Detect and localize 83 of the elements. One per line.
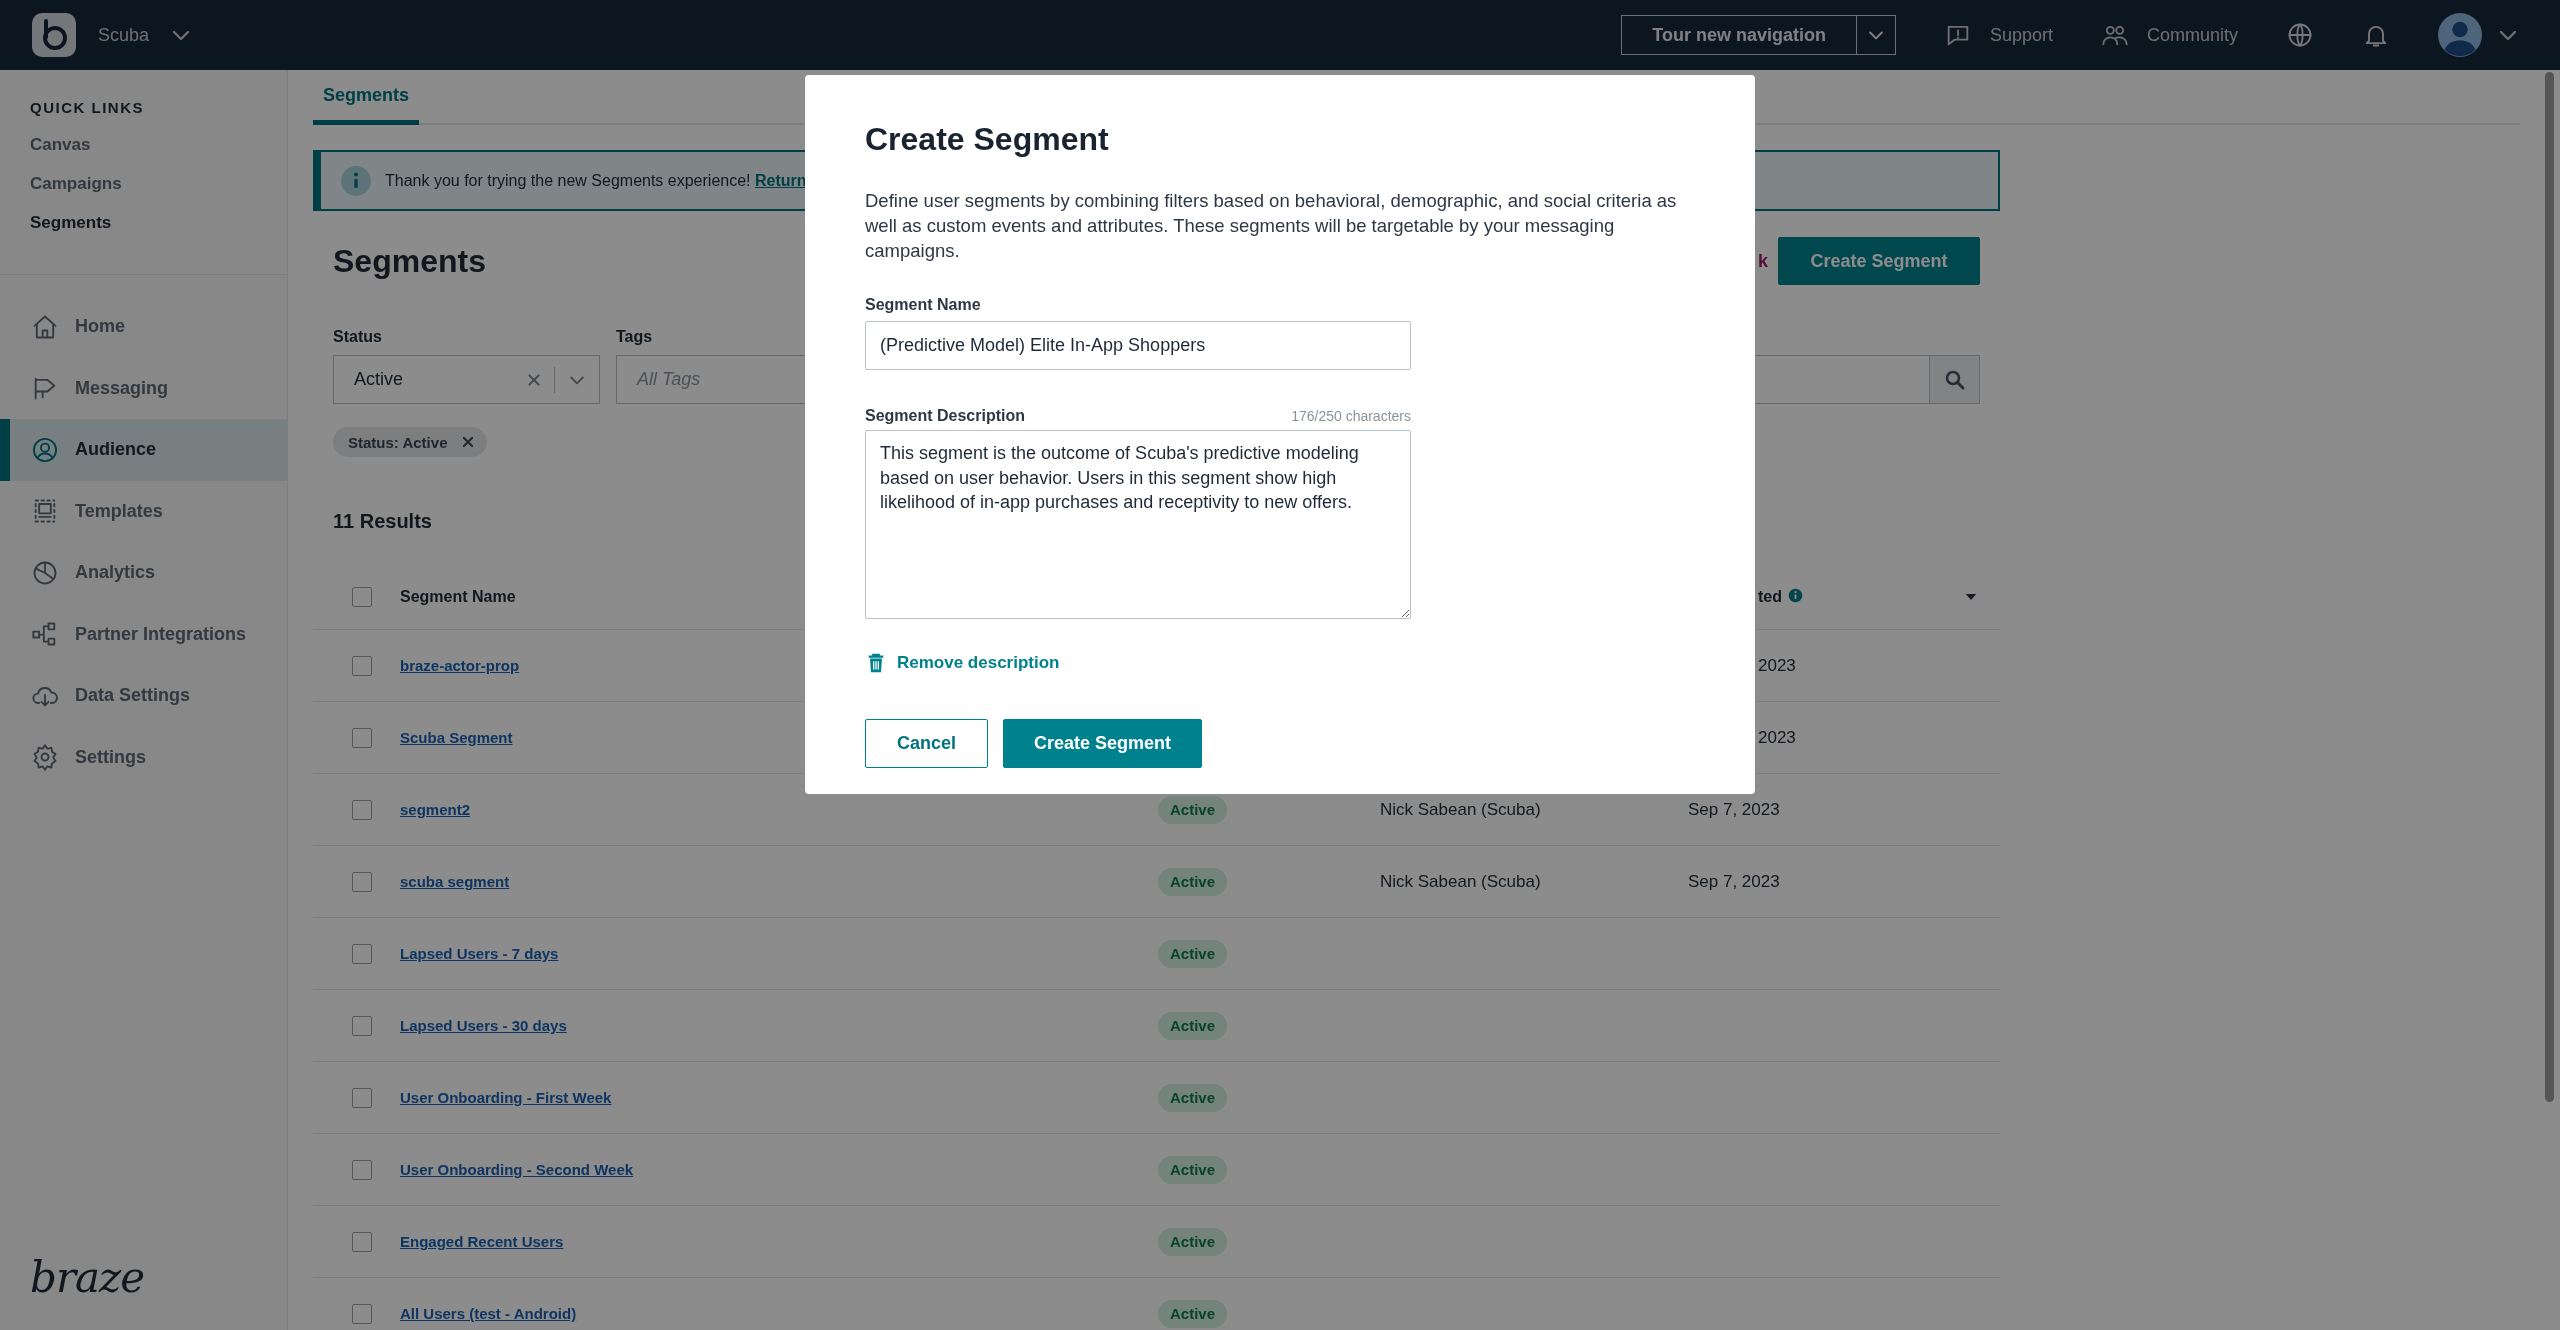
checkbox[interactable] <box>352 655 372 676</box>
workspace-name[interactable]: Scuba <box>98 24 150 46</box>
nav-item[interactable]: Settings <box>0 726 287 788</box>
field-label: Segment Name <box>865 295 981 315</box>
checkbox[interactable] <box>352 943 372 964</box>
segment-link[interactable]: Lapsed Users - 30 days <box>400 1017 567 1034</box>
checkbox[interactable] <box>352 1159 372 1180</box>
segment-link[interactable]: User Onboarding - Second Week <box>400 1161 634 1178</box>
checkbox[interactable] <box>352 799 372 820</box>
status-badge: Active <box>1158 795 1228 824</box>
info-icon <box>341 165 371 196</box>
quick-link[interactable]: Campaigns <box>30 174 122 194</box>
create-segment-button[interactable]: Create Segment <box>1778 237 1980 285</box>
avatar-icon[interactable] <box>2438 13 2482 57</box>
globe-icon[interactable] <box>2286 21 2314 49</box>
status-badge: Active <box>1158 1011 1228 1040</box>
tab[interactable]: Segments <box>313 70 420 125</box>
quick-link[interactable]: Canvas <box>30 135 91 155</box>
cancel-button[interactable]: Cancel <box>865 719 988 768</box>
table-cell: 2023 <box>1758 655 1796 676</box>
brand-logo: braze <box>29 1253 144 1304</box>
checkbox[interactable] <box>352 1303 372 1324</box>
info-icon <box>1788 587 1803 603</box>
scrollbar[interactable] <box>2545 72 2554 1102</box>
checkbox[interactable] <box>352 871 372 892</box>
segment-link[interactable]: scuba segment <box>400 873 510 890</box>
remove-description-link[interactable]: Remove description <box>865 652 1060 674</box>
table-cell: 2023 <box>1758 727 1796 748</box>
nav-link[interactable]: Community <box>2146 24 2238 46</box>
status-badge: Active <box>1158 1227 1228 1256</box>
segment-link[interactable]: User Onboarding - First Week <box>400 1089 612 1106</box>
checkbox[interactable] <box>352 1015 372 1036</box>
filter-chip[interactable]: Status: Active <box>333 427 488 457</box>
feedback-link[interactable]: k <box>1758 250 1768 272</box>
checkbox[interactable] <box>352 1231 372 1252</box>
checkbox[interactable] <box>352 1087 372 1108</box>
close-icon[interactable] <box>461 435 476 449</box>
table-cell: Sep 7, 2023 <box>1688 799 1780 820</box>
app-logo-icon <box>30 11 78 59</box>
status-select[interactable]: Active <box>333 355 600 404</box>
filter-label: Tags <box>616 327 653 347</box>
segment-link[interactable]: Engaged Recent Users <box>400 1233 564 1250</box>
create-segment-button[interactable]: Create Segment <box>1003 719 1203 768</box>
name-field[interactable]: (Predictive Model) Elite In-App Shoppers <box>865 321 1411 370</box>
segment-link[interactable]: segment2 <box>400 801 471 818</box>
table-cell: Sep 7, 2023 <box>1688 871 1780 892</box>
segment-link[interactable]: Lapsed Users - 7 days <box>400 945 559 962</box>
page-title: Segments <box>333 242 486 280</box>
table-cell: Nick Sabean (Scuba) <box>1380 871 1541 892</box>
segment-link[interactable]: All Users (test - Android) <box>400 1305 577 1322</box>
search-button[interactable] <box>1929 356 1979 403</box>
segment-link[interactable]: Scuba Segment <box>400 729 513 746</box>
section-title: QUICK LINKS <box>30 99 145 116</box>
return-link[interactable]: Return <box>755 171 807 190</box>
status-badge: Active <box>1158 867 1228 896</box>
dialog-title: Create Segment <box>865 120 1110 159</box>
nav-item[interactable]: Audience <box>0 419 287 481</box>
nav-item[interactable]: Messaging <box>0 357 287 419</box>
segment-link[interactable]: braze-actor-prop <box>400 657 520 674</box>
field-label: Segment Description <box>865 406 1026 426</box>
description-field[interactable]: This segment is the outcome of Scuba's predictive modeling based on user behavior. Users in this segment show high likelihood of in-app purchases and receptivity to new offers. <box>865 430 1411 619</box>
quick-link[interactable]: Segments <box>30 213 112 233</box>
table-cell: Nick Sabean (Scuba) <box>1380 799 1541 820</box>
checkbox[interactable] <box>352 727 372 748</box>
filter-label: Status <box>333 327 382 347</box>
clear-icon[interactable] <box>526 371 542 388</box>
status-badge: Active <box>1158 1155 1228 1184</box>
nav-link[interactable]: Support <box>1989 24 2053 46</box>
nav-item[interactable]: Home <box>0 296 287 358</box>
nav-item[interactable]: Partner Integrations <box>0 603 287 665</box>
nav-item[interactable]: Data Settings <box>0 665 287 727</box>
column-header[interactable]: ted <box>1758 588 1782 606</box>
settings-icon <box>31 743 59 772</box>
status-badge: Active <box>1158 1083 1228 1112</box>
banner-text: Thank you for trying the new Segments experience! <box>385 171 752 190</box>
character-count: 176/250 characters <box>1291 408 1411 424</box>
nav-item[interactable]: Analytics <box>0 542 287 604</box>
dialog-description: Define user segments by combining filters based on behavioral, demographic, and social criteria as well as custom events and attributes. These segments will be targetable by your messaging campaigns. <box>865 189 1678 263</box>
results-count: 11 Results <box>333 509 433 534</box>
checkbox[interactable] <box>352 587 372 607</box>
person-icon <box>31 435 59 464</box>
status-badge: Active <box>1158 1299 1228 1328</box>
status-badge: Active <box>1158 939 1228 968</box>
